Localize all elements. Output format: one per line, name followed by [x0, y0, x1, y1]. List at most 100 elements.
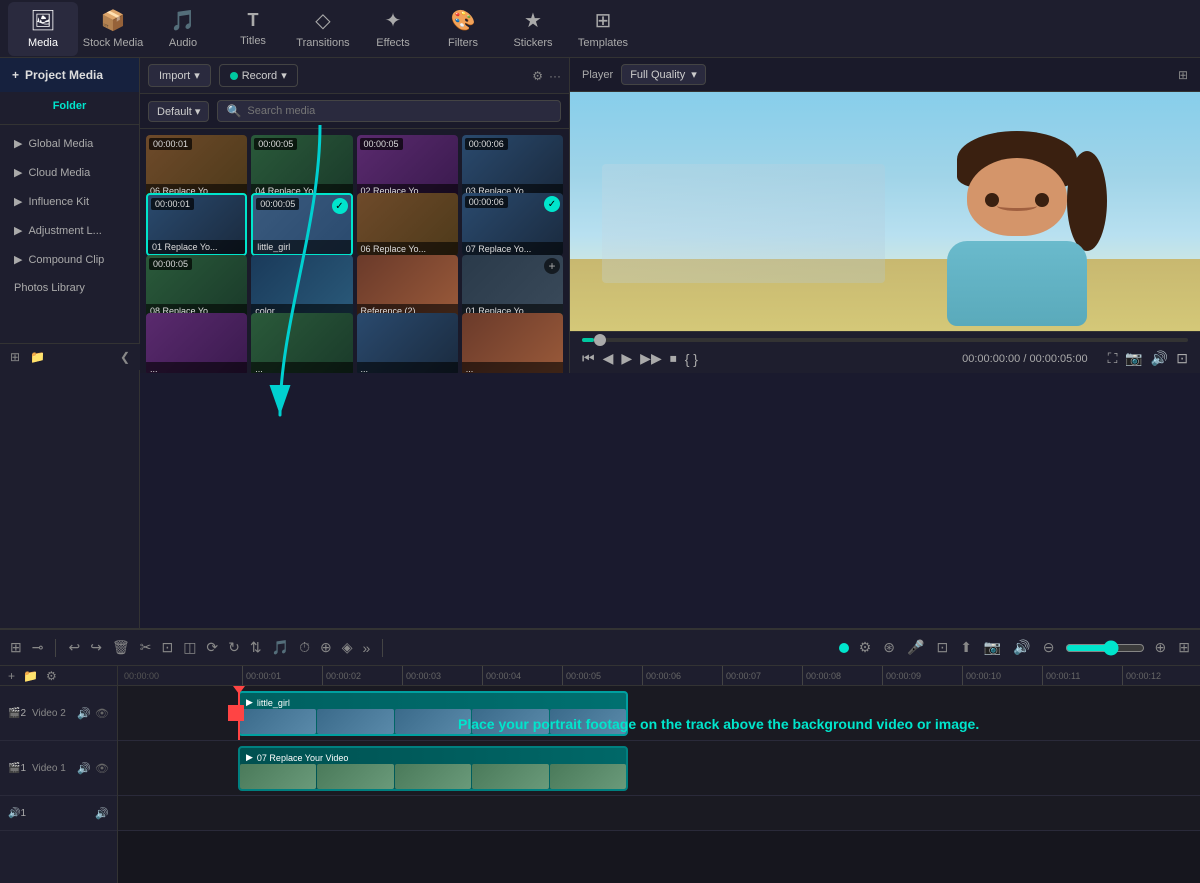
- media-thumb-0[interactable]: 00:00:01 06 Replace Yo...: [146, 135, 247, 198]
- toolbar-stickers[interactable]: ★ Stickers: [498, 2, 568, 56]
- sidebar-item-compound-clip[interactable]: ▶ Compound Clip: [0, 245, 139, 274]
- toolbar-audio[interactable]: 🎵 Audio: [148, 2, 218, 56]
- toolbar-transitions[interactable]: ◇ Transitions: [288, 2, 358, 56]
- undo-icon[interactable]: ↩: [66, 637, 82, 658]
- layout-icon[interactable]: ⊞: [1176, 637, 1192, 658]
- ruler-mark-1: 00:00:01: [242, 666, 322, 686]
- rotate-icon[interactable]: ↻: [226, 637, 242, 658]
- sidebar-item-global-media[interactable]: ▶ Global Media: [0, 129, 139, 158]
- crop-icon[interactable]: ⊡: [159, 637, 175, 658]
- filter-icon[interactable]: ⚙: [532, 69, 543, 83]
- audio1-track: [118, 796, 1200, 831]
- track-settings-icon[interactable]: ⚙: [46, 669, 57, 683]
- media-thumb-5[interactable]: 00:00:05 ✓ little_girl: [251, 193, 352, 256]
- folder-icon[interactable]: 📁: [23, 669, 38, 683]
- add-media-icon[interactable]: 📁: [30, 350, 45, 364]
- chevron-collapse-icon[interactable]: ❮: [120, 350, 130, 364]
- transform-icon[interactable]: ⊕: [318, 637, 334, 658]
- audio1-speaker-icon[interactable]: 🔊: [95, 807, 109, 820]
- toolbar-templates[interactable]: ⊞ Templates: [568, 2, 638, 56]
- media-thumb-10[interactable]: Reference (2): [357, 255, 458, 318]
- media-thumb-15[interactable]: ...: [462, 313, 563, 373]
- sidebar-item-adjustment[interactable]: ▶ Adjustment L...: [0, 216, 139, 245]
- toolbar-media[interactable]: 🖼 Media: [8, 2, 78, 56]
- media-thumb-11[interactable]: + 01 Replace Yo...: [462, 255, 563, 318]
- quality-select[interactable]: Full Quality ▾: [621, 64, 706, 85]
- video1-eye-icon[interactable]: 👁: [95, 762, 109, 775]
- snapshot-icon[interactable]: 📷: [982, 637, 1003, 658]
- new-folder-icon[interactable]: ⊞: [10, 350, 20, 364]
- skip-start-button[interactable]: ⏮: [582, 350, 595, 367]
- pip-button[interactable]: ⊡: [1176, 350, 1188, 367]
- step-back-button[interactable]: ◀: [603, 350, 614, 367]
- search-input[interactable]: [247, 105, 552, 117]
- media-thumb-1[interactable]: 00:00:05 04 Replace Yo...: [251, 135, 352, 198]
- split-icon[interactable]: ◫: [181, 637, 198, 658]
- export-icon[interactable]: ⬆: [958, 637, 974, 658]
- video2-clip[interactable]: ▶ little_girl: [238, 691, 628, 736]
- shield-icon[interactable]: ⊛: [881, 637, 897, 658]
- split-view-icon[interactable]: ⊞: [8, 637, 24, 658]
- fullscreen-button[interactable]: ⛶: [1108, 350, 1118, 367]
- settings-tool-icon[interactable]: ⚙: [857, 637, 874, 658]
- default-sort-button[interactable]: Default ▾: [148, 101, 209, 122]
- clip-thumb-4: [472, 709, 548, 734]
- clip-thumb-3: [395, 709, 471, 734]
- delete-icon[interactable]: 🗑: [110, 637, 132, 658]
- video1-clip[interactable]: ▶ 07 Replace Your Video: [238, 746, 628, 791]
- toolbar-filters[interactable]: 🎨 Filters: [428, 2, 498, 56]
- video2-speaker-icon[interactable]: 🔊: [77, 707, 91, 720]
- media-thumb-8[interactable]: 00:00:05 08 Replace Yo...: [146, 255, 247, 318]
- zoom-out-icon[interactable]: ⊖: [1041, 637, 1057, 658]
- zoom-slider[interactable]: [1065, 640, 1145, 656]
- volume-button[interactable]: 🔊: [1151, 350, 1168, 367]
- camera-button[interactable]: 📷: [1125, 350, 1142, 367]
- subtitle-icon[interactable]: ⊡: [934, 637, 950, 658]
- media-thumb-3[interactable]: 00:00:06 03 Replace Yo...: [462, 135, 563, 198]
- media-thumb-7[interactable]: 00:00:06 ✓ 07 Replace Yo...: [462, 193, 563, 256]
- speed-icon[interactable]: ⟳: [204, 637, 220, 658]
- skip-end-button[interactable]: ⏹: [670, 350, 677, 367]
- media-thumb-12[interactable]: ...: [146, 313, 247, 373]
- zoom-in-icon[interactable]: ⊕: [1153, 637, 1169, 658]
- media-thumb-13[interactable]: ...: [251, 313, 352, 373]
- grid-view-icon[interactable]: ⊞: [1178, 68, 1188, 82]
- more-tools-icon[interactable]: »: [361, 638, 373, 658]
- color-tool-icon[interactable]: ◈: [340, 637, 355, 658]
- loop-button[interactable]: { }: [685, 351, 698, 367]
- mic-icon[interactable]: 🎤: [905, 637, 926, 658]
- step-forward-button[interactable]: ▶▶: [640, 350, 662, 367]
- magnet-icon[interactable]: ⊸: [30, 637, 46, 658]
- record-dot-icon: [230, 72, 238, 80]
- media-thumb-6[interactable]: 06 Replace Yo...: [357, 193, 458, 256]
- video2-clip-label: ▶ little_girl: [246, 697, 290, 708]
- play-button[interactable]: ▶: [621, 350, 632, 367]
- preview-frame: [570, 92, 1200, 331]
- record-chevron-icon: ▾: [281, 69, 287, 82]
- progress-bar[interactable]: [582, 338, 1188, 342]
- sidebar-item-influence-kit[interactable]: ▶ Influence Kit: [0, 187, 139, 216]
- more-options-icon[interactable]: ···: [549, 69, 561, 83]
- media-thumb-9[interactable]: color: [251, 255, 352, 318]
- video2-eye-icon[interactable]: 👁: [95, 707, 109, 720]
- record-button[interactable]: Record ▾: [219, 64, 298, 87]
- sidebar-item-folder[interactable]: Folder: [0, 92, 139, 120]
- video1-speaker-icon[interactable]: 🔊: [77, 762, 91, 775]
- import-button[interactable]: Import ▾: [148, 64, 211, 87]
- toolbar-effects[interactable]: ✦ Effects: [358, 2, 428, 56]
- add-track-icon[interactable]: +: [8, 669, 15, 683]
- toolbar-stock-media[interactable]: 📦 Stock Media: [78, 2, 148, 56]
- sidebar-item-photos-library[interactable]: Photos Library: [0, 274, 139, 302]
- audio-tool-icon[interactable]: 🎵: [270, 637, 291, 658]
- redo-icon[interactable]: ↪: [88, 637, 104, 658]
- sidebar-item-cloud-media[interactable]: ▶ Cloud Media: [0, 158, 139, 187]
- timer-icon[interactable]: ⏱: [297, 637, 312, 658]
- timeline-ruler: 00:00:00 00:00:01 00:00:02 00:00:03 00:0…: [118, 666, 1200, 686]
- media-thumb-14[interactable]: ...: [357, 313, 458, 373]
- media-thumb-4[interactable]: 00:00:01 01 Replace Yo...: [146, 193, 247, 256]
- cut-icon[interactable]: ✂: [138, 637, 154, 658]
- toolbar-titles[interactable]: T Titles: [218, 2, 288, 56]
- volume-tool-icon[interactable]: 🔊: [1011, 637, 1032, 658]
- flip-icon[interactable]: ⇅: [248, 637, 264, 658]
- media-thumb-2[interactable]: 00:00:05 02 Replace Yo...: [357, 135, 458, 198]
